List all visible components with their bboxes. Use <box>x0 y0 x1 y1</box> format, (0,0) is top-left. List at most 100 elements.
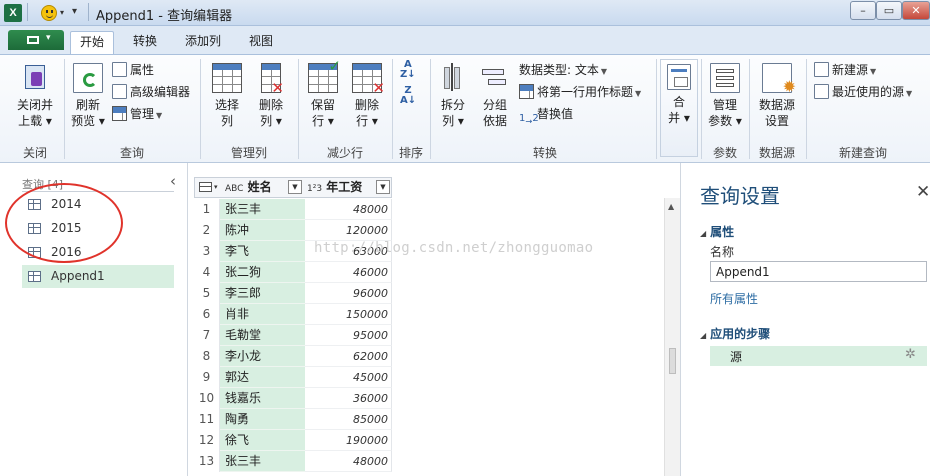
keep-rows-button[interactable]: 保留 行 ▾ <box>302 58 344 129</box>
salary-cell[interactable]: 190000 <box>305 430 392 451</box>
salary-cell[interactable]: 150000 <box>305 304 392 325</box>
combine-button[interactable]: 合 并 ▾ <box>660 59 698 157</box>
name-cell[interactable]: 陈冲 <box>220 220 305 241</box>
name-cell[interactable]: 张二狗 <box>220 262 305 283</box>
replace-values-icon: 1→2 <box>519 113 539 126</box>
salary-cell[interactable]: 45000 <box>305 367 392 388</box>
data-type-dropdown[interactable]: 数据类型: 文本 ▼ <box>519 62 607 80</box>
properties-section-header[interactable]: ◢ 属性 <box>700 223 734 240</box>
name-cell[interactable]: 李小龙 <box>220 346 305 367</box>
manage-query-button[interactable]: 管理 ▼ <box>112 106 162 124</box>
name-cell[interactable]: 李三郎 <box>220 283 305 304</box>
remove-rows-button[interactable]: 删除 行 ▾ <box>346 63 388 129</box>
salary-cell[interactable]: 48000 <box>305 199 392 220</box>
table-row[interactable]: 4 张二狗 46000 <box>194 262 392 283</box>
use-first-row-as-headers-button[interactable]: 将第一行用作标题 ▼ <box>519 84 641 102</box>
vertical-scrollbar[interactable]: ▲ <box>664 198 680 476</box>
table-row[interactable]: 7 毛勒堂 95000 <box>194 325 392 346</box>
salary-cell[interactable]: 120000 <box>305 220 392 241</box>
column-header-salary[interactable]: 1²3 年工资 <box>307 178 383 197</box>
new-source-button[interactable]: 新建源 ▼ <box>814 62 876 80</box>
data-source-settings-button[interactable]: ✹ 数据源 设置 <box>752 63 802 129</box>
table-row[interactable]: 8 李小龙 62000 <box>194 346 392 367</box>
excel-icon[interactable]: X <box>4 4 22 22</box>
name-cell[interactable]: 李飞 <box>220 241 305 262</box>
remove-columns-label-2: 列 ▾ <box>260 114 282 128</box>
name-cell[interactable]: 郭达 <box>220 367 305 388</box>
name-cell[interactable]: 肖非 <box>220 304 305 325</box>
tab-transform[interactable]: 转换 <box>124 31 166 54</box>
remove-rows-icon <box>352 63 385 96</box>
all-properties-link[interactable]: 所有属性 <box>710 290 758 307</box>
salary-cell[interactable]: 36000 <box>305 388 392 409</box>
remove-columns-button[interactable]: 删除 列 ▾ <box>250 63 292 129</box>
filter-dropdown-icon[interactable]: ▼ <box>376 180 390 194</box>
file-menu-button[interactable]: ▾ <box>8 30 64 50</box>
table-row[interactable]: 9 郭达 45000 <box>194 367 392 388</box>
collapse-panel-icon[interactable]: ‹ <box>170 172 176 190</box>
applied-steps-section-header[interactable]: ◢ 应用的步骤 <box>700 325 770 342</box>
sort-ascending-button[interactable]: A Z↓ <box>400 60 416 80</box>
group-divider <box>200 59 201 159</box>
customize-quick-access-icon[interactable]: ▾ <box>72 6 77 17</box>
remove-rows-label: 删除 <box>354 98 379 112</box>
smiley-feedback-icon[interactable] <box>41 5 57 21</box>
refresh-label: 刷新 <box>75 98 100 112</box>
scroll-up-icon[interactable]: ▲ <box>668 202 674 211</box>
name-cell[interactable]: 毛勒堂 <box>220 325 305 346</box>
name-cell[interactable]: 张三丰 <box>220 199 305 220</box>
filter-dropdown-icon[interactable]: ▼ <box>288 180 302 194</box>
salary-cell[interactable]: 62000 <box>305 346 392 367</box>
table-row[interactable]: 13 张三丰 48000 <box>194 451 392 472</box>
choose-columns-button[interactable]: 选择 列 <box>206 63 248 129</box>
manage-parameters-button[interactable]: 管理 参数 ▾ <box>704 63 746 129</box>
refresh-preview-button[interactable]: 刷新 预览 ▾ <box>68 63 108 129</box>
close-and-load-button[interactable]: 关闭并 上载 ▾ <box>10 63 60 129</box>
row-number: 2 <box>194 220 220 241</box>
salary-cell[interactable]: 48000 <box>305 451 392 472</box>
advanced-editor-button[interactable]: 高级编辑器 <box>112 84 190 100</box>
salary-cell[interactable]: 95000 <box>305 325 392 346</box>
new-source-icon <box>814 62 829 77</box>
properties-button[interactable]: 属性 <box>112 62 154 78</box>
table-row[interactable]: 5 李三郎 96000 <box>194 283 392 304</box>
split-column-button[interactable]: 拆分 列 ▾ <box>434 63 472 129</box>
salary-cell[interactable]: 85000 <box>305 409 392 430</box>
name-cell[interactable]: 陶勇 <box>220 409 305 430</box>
table-row[interactable]: 2 陈冲 120000 <box>194 220 392 241</box>
name-cell[interactable]: 张三丰 <box>220 451 305 472</box>
table-row[interactable]: 10 钱嘉乐 36000 <box>194 388 392 409</box>
table-row[interactable]: 12 徐飞 190000 <box>194 430 392 451</box>
name-cell[interactable]: 钱嘉乐 <box>220 388 305 409</box>
tab-home[interactable]: 开始 <box>70 31 114 54</box>
query-item-append1[interactable]: Append1 <box>22 265 174 288</box>
salary-cell[interactable]: 46000 <box>305 262 392 283</box>
minimize-button[interactable]: – <box>850 1 876 20</box>
feedback-caret-icon[interactable]: ▾ <box>60 8 64 17</box>
query-name-input[interactable] <box>710 261 927 282</box>
number-type-icon: 1²3 <box>307 184 323 194</box>
recent-sources-button[interactable]: 最近使用的源 ▼ <box>814 84 912 102</box>
table-row[interactable]: 1 张三丰 48000 <box>194 199 392 220</box>
salary-cell[interactable]: 96000 <box>305 283 392 304</box>
close-window-button[interactable]: ✕ <box>902 1 930 20</box>
name-cell[interactable]: 徐飞 <box>220 430 305 451</box>
close-pane-icon[interactable]: ✕ <box>916 182 930 202</box>
choose-columns-icon <box>212 63 242 93</box>
manage-params-label-2: 参数 ▾ <box>708 114 742 128</box>
applied-step-row[interactable] <box>710 346 927 366</box>
replace-values-button[interactable]: 1→2替换值 <box>519 106 573 126</box>
scrollbar-thumb[interactable] <box>669 348 676 374</box>
tab-add-column[interactable]: 添加列 <box>176 31 230 54</box>
table-menu-icon[interactable] <box>199 182 212 192</box>
tab-view[interactable]: 视图 <box>240 31 282 54</box>
group-by-button[interactable]: 分组 依据 <box>476 63 514 129</box>
remove-columns-label: 删除 <box>258 98 283 112</box>
manage-table-icon <box>112 106 127 121</box>
table-row[interactable]: 6 肖非 150000 <box>194 304 392 325</box>
maximize-button[interactable]: ▭ <box>876 1 902 20</box>
step-settings-gear-icon[interactable]: ✲ <box>905 347 916 362</box>
name-field-label: 名称 <box>710 245 735 259</box>
sort-descending-button[interactable]: Z A↓ <box>400 86 416 106</box>
table-row[interactable]: 11 陶勇 85000 <box>194 409 392 430</box>
